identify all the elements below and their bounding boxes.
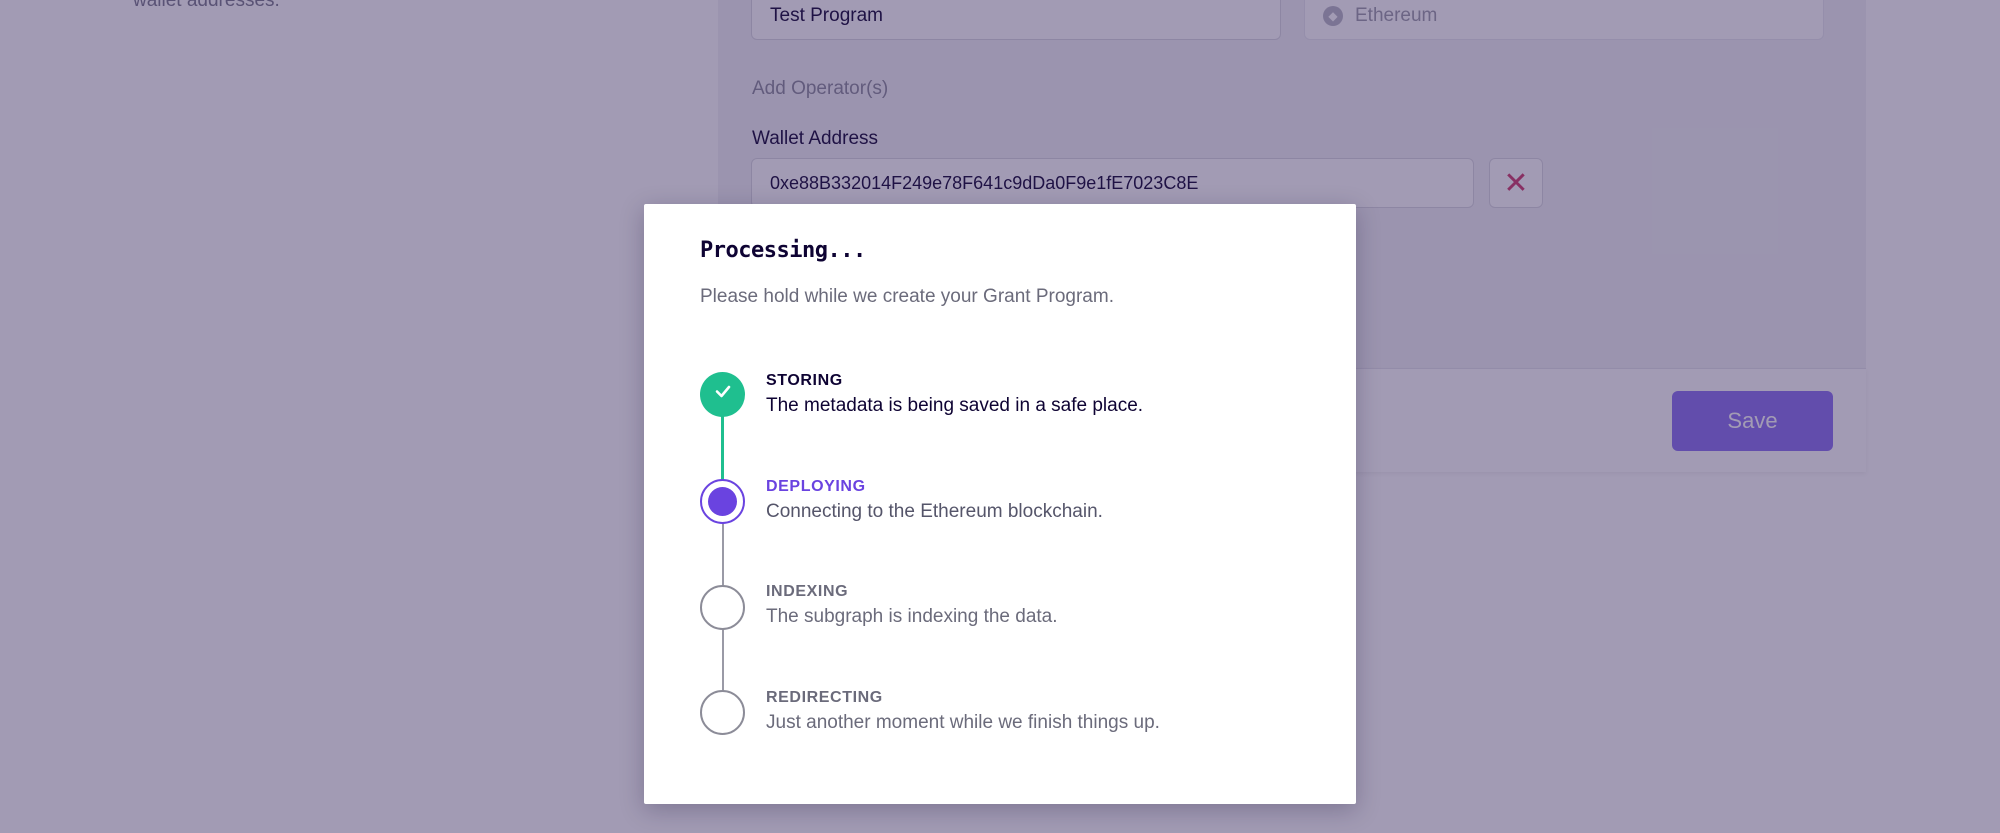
step-description: Connecting to the Ethereum blockchain. — [766, 501, 1103, 522]
step-description: The metadata is being saved in a safe pl… — [766, 395, 1144, 416]
progress-connector-pending — [722, 626, 724, 696]
step-redirecting-indicator — [700, 690, 745, 735]
step-indexing-indicator — [700, 585, 745, 630]
processing-modal: Processing... Please hold while we creat… — [644, 204, 1356, 804]
step-redirecting: REDIRECTING Just another moment while we… — [766, 689, 1160, 734]
progress-connector-pending — [722, 520, 724, 590]
active-dot-icon — [708, 487, 737, 516]
step-description: Just another moment while we finish thin… — [766, 712, 1160, 733]
modal-subtitle: Please hold while we create your Grant P… — [700, 286, 1114, 307]
step-name: DEPLOYING — [766, 478, 866, 495]
step-name: INDEXING — [766, 583, 849, 600]
modal-title: Processing... — [700, 238, 866, 263]
step-indexing: INDEXING The subgraph is indexing the da… — [766, 583, 1058, 628]
check-icon — [712, 380, 734, 409]
step-storing-indicator — [700, 372, 745, 417]
step-deploying-indicator — [700, 479, 745, 524]
step-description: The subgraph is indexing the data. — [766, 606, 1058, 627]
step-name: STORING — [766, 372, 843, 389]
progress-connector-complete — [721, 414, 724, 482]
step-storing: STORING The metadata is being saved in a… — [766, 372, 1143, 417]
step-deploying: DEPLOYING Connecting to the Ethereum blo… — [766, 478, 1103, 523]
step-name: REDIRECTING — [766, 689, 883, 706]
